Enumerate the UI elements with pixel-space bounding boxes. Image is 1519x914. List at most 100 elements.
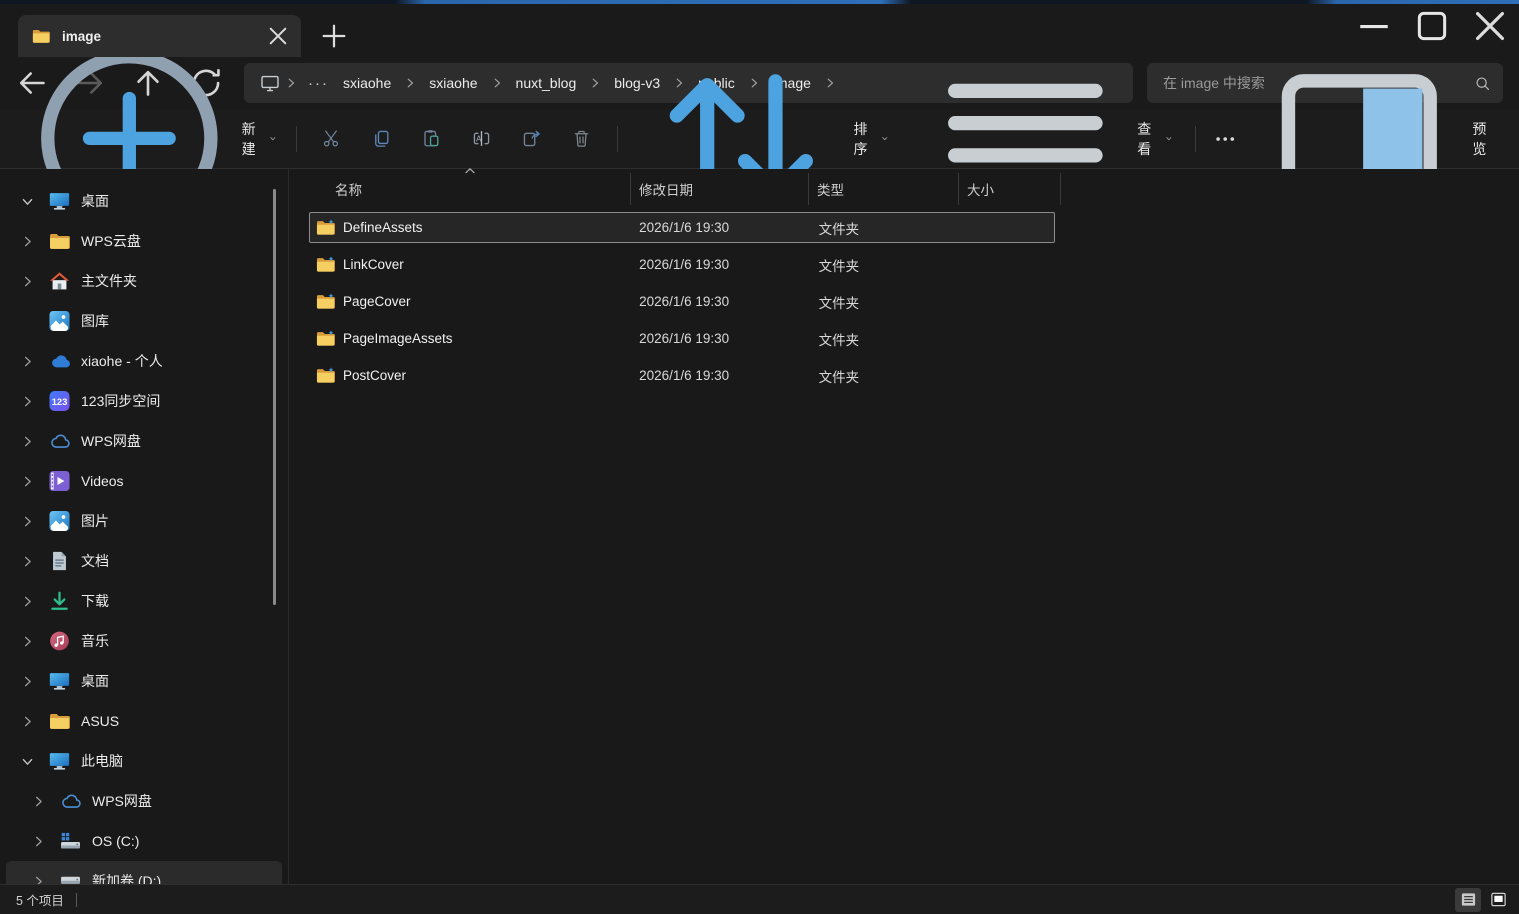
chevron-placeholder <box>20 314 35 329</box>
chevron-right-icon[interactable] <box>31 794 46 809</box>
chevron-right-icon[interactable] <box>20 234 35 249</box>
chevron-right-icon[interactable] <box>20 554 35 569</box>
sidebar-scrollbar[interactable] <box>273 189 276 605</box>
chevron-down-icon <box>881 133 889 144</box>
breadcrumb-segment[interactable]: nuxt_blog <box>508 71 585 95</box>
drive-icon <box>60 871 81 884</box>
chevron-right-icon[interactable] <box>20 474 35 489</box>
column-header-type[interactable]: 类型 <box>809 173 959 205</box>
downloads-icon <box>49 591 70 611</box>
sidebar-item-label: WPS网盘 <box>92 791 152 811</box>
breadcrumb-overflow-button[interactable]: ··· <box>302 75 335 92</box>
sidebar-item-WPS云盘[interactable]: WPS云盘 <box>6 221 282 261</box>
status-bar: 5 个项目 <box>0 884 1519 914</box>
file-row-DefineAssets[interactable]: DefineAssets2026/1/6 19:30文件夹 <box>309 212 1055 243</box>
chevron-down-icon[interactable] <box>20 754 35 769</box>
sidebar-item-OS (C:)[interactable]: OS (C:) <box>6 821 282 861</box>
chevron-right-icon[interactable] <box>20 514 35 529</box>
toolbar-separator <box>1195 126 1196 152</box>
rename-button[interactable]: A <box>462 121 502 157</box>
tab-close-icon[interactable] <box>265 23 291 49</box>
sidebar-item-label: 桌面 <box>81 191 109 211</box>
chevron-right-icon[interactable] <box>20 394 35 409</box>
sidebar-item-桌面[interactable]: 桌面 <box>6 181 282 221</box>
chevron-right-icon[interactable] <box>31 834 46 849</box>
chevron-right-icon[interactable] <box>20 674 35 689</box>
sidebar-item-123同步空间[interactable]: 123123同步空间 <box>6 381 282 421</box>
videos-icon <box>49 471 70 491</box>
details-view-icon <box>1460 891 1477 908</box>
folder-icon <box>316 219 335 236</box>
delete-button[interactable] <box>562 121 602 157</box>
cloud-icon <box>49 431 70 451</box>
desktop-icon <box>49 751 70 771</box>
column-header-size[interactable]: 大小 <box>959 173 1061 205</box>
sidebar-item-图库[interactable]: 图库 <box>6 301 282 341</box>
sidebar-item-label: OS (C:) <box>92 833 139 849</box>
sidebar-item-ASUS[interactable]: ASUS <box>6 701 282 741</box>
file-row-PostCover[interactable]: PostCover2026/1/6 19:30文件夹 <box>309 360 1055 391</box>
chevron-right-icon[interactable] <box>20 274 35 289</box>
breadcrumb-chevron-icon[interactable] <box>588 76 602 90</box>
sidebar-item-新加卷 (D:)[interactable]: 新加卷 (D:) <box>6 861 282 884</box>
sidebar-item-WPS网盘[interactable]: WPS网盘 <box>6 781 282 821</box>
column-header-date[interactable]: 修改日期 <box>631 173 809 205</box>
onedrive-icon <box>49 351 70 371</box>
music-icon <box>49 631 70 651</box>
chevron-right-icon[interactable] <box>20 594 35 609</box>
sidebar-item-图片[interactable]: 图片 <box>6 501 282 541</box>
sidebar-item-label: xiaohe - 个人 <box>81 351 163 371</box>
main-area: 桌面WPS云盘主文件夹图库xiaohe - 个人123123同步空间WPS网盘V… <box>0 169 1519 884</box>
chevron-right-icon[interactable] <box>20 634 35 649</box>
sidebar-item-label: 新加卷 (D:) <box>92 871 161 884</box>
copy-button[interactable] <box>362 121 402 157</box>
sidebar-item-音乐[interactable]: 音乐 <box>6 621 282 661</box>
file-row-PageImageAssets[interactable]: PageImageAssets2026/1/6 19:30文件夹 <box>309 323 1055 354</box>
folder-icon <box>316 330 335 347</box>
breadcrumb-segment[interactable]: sxiaohe <box>421 71 485 95</box>
file-type: 文件夹 <box>809 329 959 349</box>
close-button[interactable] <box>1461 4 1519 48</box>
chevron-right-icon[interactable] <box>31 874 46 885</box>
sidebar-item-label: 主文件夹 <box>81 271 137 291</box>
chevron-right-icon[interactable] <box>20 714 35 729</box>
sidebar-item-WPS网盘[interactable]: WPS网盘 <box>6 421 282 461</box>
breadcrumb-chevron-icon[interactable] <box>284 76 298 90</box>
drive-os-icon <box>60 831 81 851</box>
file-row-LinkCover[interactable]: LinkCover2026/1/6 19:30文件夹 <box>309 249 1055 280</box>
cut-icon <box>321 128 342 149</box>
sidebar-item-桌面[interactable]: 桌面 <box>6 661 282 701</box>
explorer-tab[interactable]: image <box>18 15 301 57</box>
column-header-name[interactable]: 名称 <box>309 173 631 205</box>
chevron-right-icon[interactable] <box>20 434 35 449</box>
minimize-button[interactable] <box>1345 4 1403 48</box>
chevron-right-icon[interactable] <box>20 354 35 369</box>
chevron-down-icon[interactable] <box>20 194 35 209</box>
more-options-button[interactable] <box>1211 121 1239 157</box>
breadcrumb-chevron-icon[interactable] <box>403 76 417 90</box>
sidebar-item-文档[interactable]: 文档 <box>6 541 282 581</box>
breadcrumb-chevron-icon[interactable] <box>490 76 504 90</box>
file-date: 2026/1/6 19:30 <box>631 294 809 309</box>
folder-icon <box>316 256 335 273</box>
sidebar-item-下载[interactable]: 下载 <box>6 581 282 621</box>
sidebar-item-此电脑[interactable]: 此电脑 <box>6 741 282 781</box>
paste-icon <box>421 128 442 149</box>
command-toolbar: 新建 A 排序 查看 预览 <box>0 109 1519 169</box>
sort-button-label: 排序 <box>853 119 872 159</box>
sidebar-item-Videos[interactable]: Videos <box>6 461 282 501</box>
new-tab-button[interactable] <box>319 21 349 51</box>
details-view-button[interactable] <box>1455 888 1481 912</box>
breadcrumb-segment[interactable]: sxiaohe <box>335 71 399 95</box>
file-date: 2026/1/6 19:30 <box>631 331 809 346</box>
icons-view-button[interactable] <box>1485 888 1511 912</box>
maximize-button[interactable] <box>1403 4 1461 48</box>
sidebar-item-xiaohe - 个人[interactable]: xiaohe - 个人 <box>6 341 282 381</box>
chevron-down-icon <box>269 133 277 144</box>
file-row-PageCover[interactable]: PageCover2026/1/6 19:30文件夹 <box>309 286 1055 317</box>
paste-button[interactable] <box>412 121 452 157</box>
cut-button[interactable] <box>312 121 352 157</box>
item-count: 5 个项目 <box>16 890 64 909</box>
sidebar-item-主文件夹[interactable]: 主文件夹 <box>6 261 282 301</box>
share-button[interactable] <box>512 121 552 157</box>
